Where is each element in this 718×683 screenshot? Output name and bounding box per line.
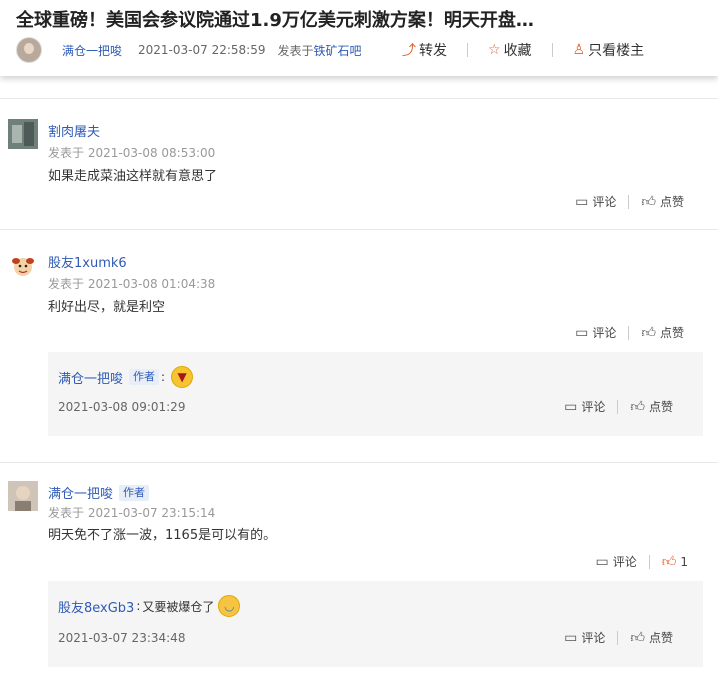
star-icon: ☆ — [488, 42, 501, 58]
thumbs-up-icon: 👍︎ — [641, 194, 656, 210]
crying-emoji-icon: ◡ — [218, 595, 241, 617]
comment-button[interactable]: ▭ 评论 — [575, 324, 616, 341]
post-time: 发表于 2021-03-07 23:15:14 — [48, 506, 216, 520]
divider — [467, 43, 468, 57]
board-link[interactable]: 铁矿石吧 — [313, 42, 361, 59]
divider — [628, 194, 630, 209]
comment-button[interactable]: ▭ 评论 — [575, 193, 616, 210]
reply-tools: ▭ 评论 👍︎ 点赞 — [564, 629, 673, 647]
comment-list: 割肉屠夫 发表于 2021-03-08 08:53:00 如果走成菜油这样就有意… — [0, 98, 718, 683]
reply-user-link[interactable]: 满仓一把唆 — [58, 368, 123, 387]
post-content: 明天免不了涨一波，1165是可以有的。 — [48, 528, 277, 543]
thread-title[interactable]: 全球重磅！美国会参议院通过1.9万亿美元刺激方案！明天开盘… — [16, 6, 534, 32]
person-icon: ♙ — [572, 42, 586, 58]
reply-box: 满仓一把唆 作者 : ▼ 2021-03-08 09:01:29 ▭ 评论 👍︎ 点… — [48, 352, 703, 436]
post-tools: ▭ 评论 👍︎ 点赞 — [575, 324, 684, 342]
avatar[interactable] — [8, 119, 38, 149]
divider — [648, 554, 650, 569]
reply-date: 2021-03-07 23:34:48 — [58, 631, 186, 645]
like-button[interactable]: 👍︎ 点赞 — [630, 629, 673, 646]
reply-line: 股友8exGb3 : 又要被爆仓了 ◡ — [58, 595, 241, 617]
divider — [617, 399, 619, 414]
post-content: 如果走成菜油这样就有意思了 — [48, 169, 218, 184]
divider — [617, 630, 619, 645]
thumbs-up-icon: 👍︎ — [630, 630, 645, 646]
thumbs-up-icon: 👍︎ — [661, 554, 677, 570]
post-content: 利好出尽，就是利空 — [48, 300, 166, 315]
user-row: 满仓一把唆 作者 — [48, 483, 150, 502]
favorite-button[interactable]: ☆ 收藏 — [488, 40, 532, 60]
comment-icon: ▭ — [564, 398, 578, 415]
thread-date: 2021-03-07 22:58:59 — [138, 43, 266, 57]
thread-actions: ⤴ 转发 ☆ 收藏 ♙ 只看楼主 — [402, 38, 644, 62]
like-count: 1 — [680, 554, 688, 569]
thread-meta: 满仓一把唆 2021-03-07 22:58:59 发表于 铁矿石吧 — [16, 37, 362, 63]
from-prefix: 发表于 — [277, 43, 314, 58]
post-tools: ▭ 评论 👍︎ 点赞 — [575, 193, 684, 211]
thread-header: 全球重磅！美国会参议院通过1.9万亿美元刺激方案！明天开盘… 满仓一把唆 202… — [0, 0, 718, 76]
divider — [628, 325, 630, 340]
comment-button[interactable]: ▭ 评论 — [595, 553, 636, 570]
forward-button[interactable]: ⤴ 转发 — [402, 40, 447, 60]
comment-button[interactable]: ▭ 评论 — [564, 398, 605, 415]
like-button[interactable]: 👍︎ 点赞 — [641, 193, 684, 210]
share-icon: ⤴ — [402, 43, 416, 59]
comment-icon: ▭ — [595, 553, 609, 570]
avatar[interactable] — [8, 252, 38, 282]
post-tools: ▭ 评论 👍︎ 1 — [595, 553, 688, 571]
reply-colon: : — [161, 370, 166, 384]
reply-line: 满仓一把唆 作者 : ▼ — [58, 366, 194, 388]
comment-icon: ▭ — [564, 629, 578, 646]
comment-button[interactable]: ▭ 评论 — [564, 629, 605, 646]
reply-text: 又要被爆仓了 — [142, 599, 215, 614]
divider — [551, 43, 553, 57]
avatar[interactable] — [8, 481, 38, 511]
only-author-button[interactable]: ♙ 只看楼主 — [573, 40, 645, 60]
laugh-emoji-icon: ▼ — [171, 366, 194, 388]
thumbs-up-icon: 👍︎ — [641, 325, 656, 341]
post-time: 发表于 2021-03-08 01:04:38 — [48, 277, 216, 291]
reply-date: 2021-03-08 09:01:29 — [58, 400, 186, 414]
user-link[interactable]: 股友1xumk6 — [48, 252, 127, 271]
like-button[interactable]: 👍︎ 1 — [662, 553, 688, 570]
list-item: 割肉屠夫 发表于 2021-03-08 08:53:00 如果走成菜油这样就有意… — [0, 98, 718, 229]
like-button[interactable]: 👍︎ 点赞 — [641, 324, 684, 341]
like-button[interactable]: 👍︎ 点赞 — [630, 398, 673, 415]
list-item: 满仓一把唆 作者 发表于 2021-03-07 23:15:14 明天免不了涨一… — [0, 462, 718, 683]
reply-tools: ▭ 评论 👍︎ 点赞 — [564, 398, 673, 416]
user-link[interactable]: 满仓一把唆 — [48, 483, 113, 502]
reply-user-link[interactable]: 股友8exGb3 — [58, 597, 134, 616]
comment-icon: ▭ — [575, 324, 589, 341]
thumbs-up-icon: 👍︎ — [630, 399, 645, 415]
reply-colon: : — [136, 599, 141, 613]
author-link[interactable]: 满仓一把唆 — [62, 42, 122, 59]
list-item: 股友1xumk6 发表于 2021-03-08 01:04:38 利好出尽，就是… — [0, 229, 718, 462]
author-tag: 作者 — [119, 484, 150, 501]
author-avatar[interactable] — [16, 37, 42, 63]
author-tag: 作者 — [129, 369, 160, 385]
user-link[interactable]: 割肉屠夫 — [48, 121, 100, 140]
post-time: 发表于 2021-03-08 08:53:00 — [48, 146, 216, 160]
reply-box: 股友8exGb3 : 又要被爆仓了 ◡ 2021-03-07 23:34:48 … — [48, 581, 703, 667]
comment-icon: ▭ — [575, 193, 589, 210]
